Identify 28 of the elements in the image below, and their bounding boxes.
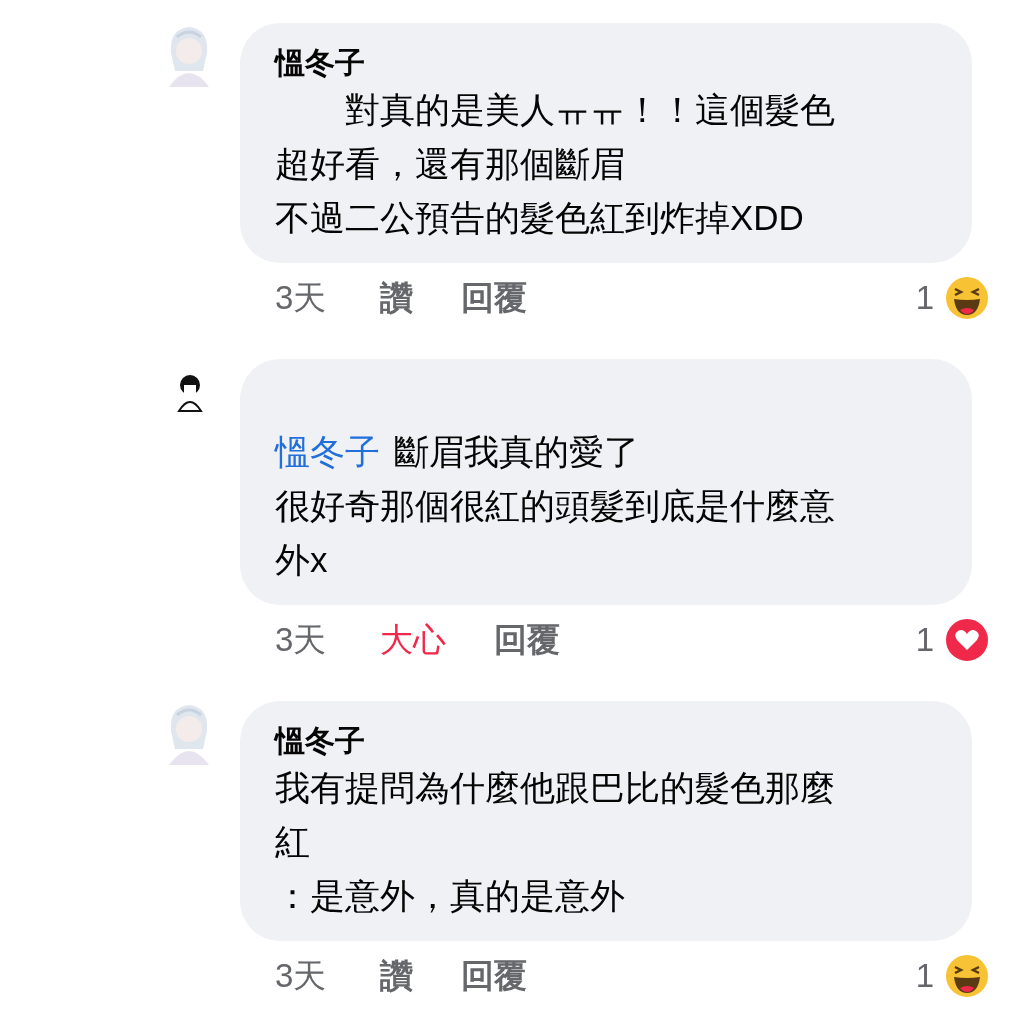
comment-text: 我有提問為什麼他跟巴比的髮色那麼 bbox=[275, 767, 835, 809]
comment-text: 超好看，還有那個斷眉 bbox=[275, 143, 625, 185]
timestamp: 3天 bbox=[275, 620, 328, 661]
reply-button[interactable]: 回覆 bbox=[494, 615, 560, 665]
reaction-button[interactable]: 讚 bbox=[380, 951, 413, 1001]
comment-text: ：是意外，真的是意外 bbox=[275, 875, 625, 917]
comment-text: 不過二公預告的髮色紅到炸掉XDD bbox=[275, 197, 804, 239]
comment-text: 很好奇那個很紅的頭髮到底是什麼意 bbox=[275, 485, 835, 527]
mention-link[interactable]: 慍冬子 bbox=[275, 425, 380, 479]
reaction-count: 1 bbox=[915, 620, 934, 661]
reaction-count: 1 bbox=[915, 278, 934, 319]
avatar-figure-icon bbox=[175, 373, 205, 413]
author-name[interactable]: 慍冬子 bbox=[275, 43, 952, 83]
reaction-button[interactable]: 讚 bbox=[380, 273, 413, 323]
heart-reaction-icon bbox=[944, 617, 990, 663]
reaction-button[interactable]: 大心 bbox=[380, 615, 446, 665]
reaction-count: 1 bbox=[915, 956, 934, 997]
timestamp: 3天 bbox=[275, 278, 328, 319]
timestamp: 3天 bbox=[275, 956, 328, 997]
author-name[interactable]: 慍冬子 bbox=[275, 721, 952, 761]
comment-text: 對真的是美人ㅠㅠ！！這個髮色 bbox=[344, 89, 835, 131]
laughing-emoji-icon bbox=[944, 275, 990, 321]
comment-text: 外x bbox=[275, 539, 328, 581]
comment-text: 斷眉我真的愛了 bbox=[394, 431, 639, 473]
laughing-emoji-icon bbox=[944, 953, 990, 999]
reply-button[interactable]: 回覆 bbox=[461, 951, 527, 1001]
comment-text: 紅 bbox=[275, 821, 310, 863]
reply-button[interactable]: 回覆 bbox=[461, 273, 527, 323]
